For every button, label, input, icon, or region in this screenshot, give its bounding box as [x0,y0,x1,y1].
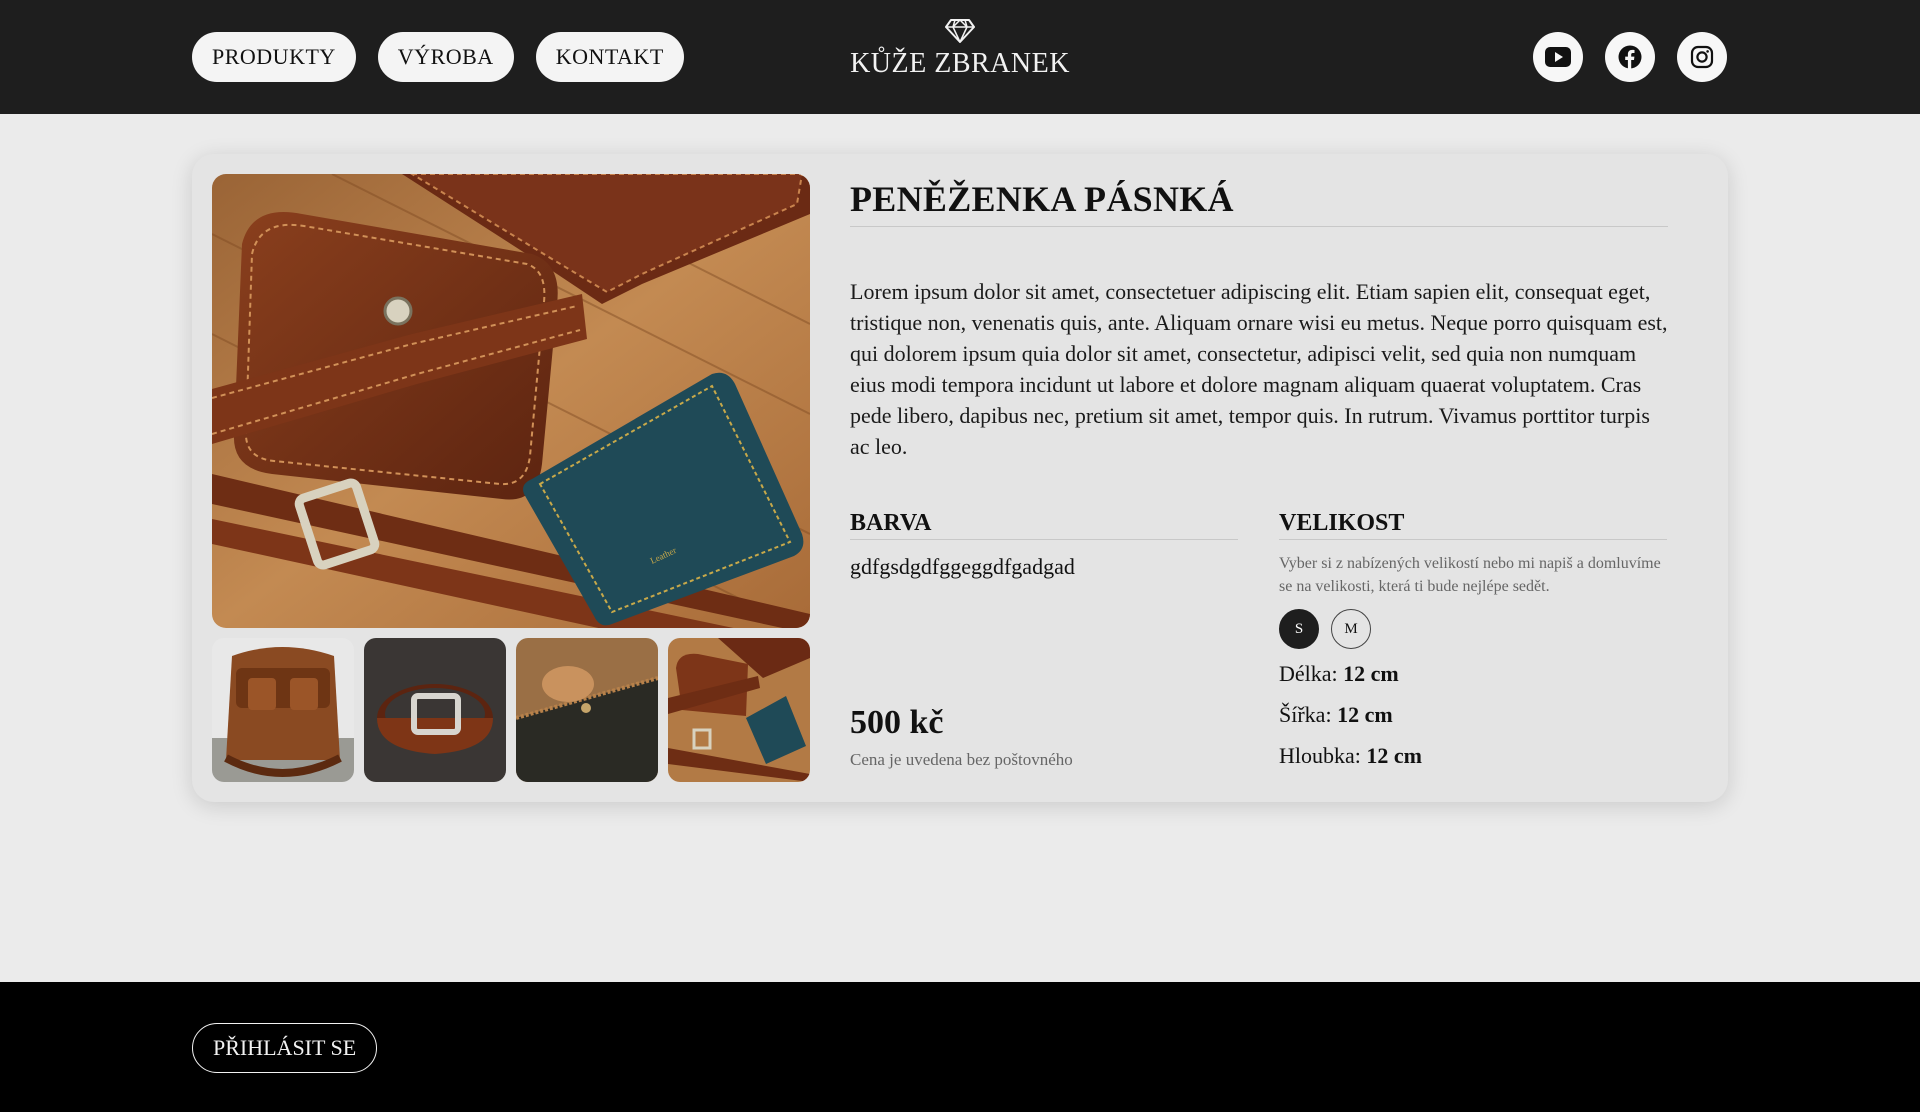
dimension-depth-label: Hloubka: [1279,743,1361,768]
logo-text: KŮŽE ZBRANEK [850,48,1070,79]
product-price: 500 kč [850,704,944,741]
dimension-depth: Hloubka: 12 cm [1279,743,1422,769]
instagram-link[interactable] [1677,32,1727,82]
site-footer: PŘIHLÁSIT SE [0,982,1920,1112]
product-main-image[interactable]: Leather [212,174,810,628]
size-option-m[interactable]: M [1331,609,1371,649]
facebook-link[interactable] [1605,32,1655,82]
thumbnail-bag[interactable] [212,638,354,782]
youtube-link[interactable] [1533,32,1583,82]
nav-vyroba-button[interactable]: VÝROBA [377,32,514,82]
facebook-icon [1618,45,1642,69]
dimension-length-label: Délka: [1279,661,1338,686]
nav-produkty-button[interactable]: PRODUKTY [192,32,356,82]
youtube-icon [1545,47,1571,67]
dimension-width: Šířka: 12 cm [1279,702,1393,728]
site-logo[interactable]: KŮŽE ZBRANEK [810,18,1110,80]
main-nav: PRODUKTY VÝROBA KONTAKT [192,32,684,82]
thumbnail-gallery [212,638,810,782]
diamond-icon [945,19,975,43]
size-hint: Vyber si z nabízených velikostí nebo mi … [1279,555,1661,595]
login-button[interactable]: PŘIHLÁSIT SE [192,1023,378,1073]
site-header: PRODUKTY VÝROBA KONTAKT KŮŽE ZBRANEK [0,0,1920,114]
color-value: gdfgsdgdfggeggdfgadgad [850,554,1075,579]
dimension-width-value: 12 cm [1337,702,1393,727]
dimension-depth-value: 12 cm [1366,743,1422,768]
nav-kontakt-button[interactable]: KONTAKT [535,32,684,82]
dimension-length: Délka: 12 cm [1279,661,1399,687]
thumbnail-wallets[interactable] [668,638,810,782]
size-heading: VELIKOST [1279,510,1667,540]
size-selector: S M [1279,609,1371,649]
size-option-s[interactable]: S [1279,609,1319,649]
dimension-width-label: Šířka: [1279,702,1332,727]
product-card: Leather PENĚŽENKA PÁSNKÁ Lorem ipsum dol… [192,154,1728,802]
price-note: Cena je uvedena bez poštovného [850,750,1073,769]
social-links [1533,32,1727,82]
thumbnail-pouch[interactable] [516,638,658,782]
product-description: Lorem ipsum dolor sit amet, consectetuer… [850,279,1668,459]
thumbnail-belt[interactable] [364,638,506,782]
product-title: PENĚŽENKA PÁSNKÁ [850,178,1668,227]
color-heading: BARVA [850,510,1238,540]
instagram-icon [1690,45,1714,69]
dimension-length-value: 12 cm [1343,661,1399,686]
